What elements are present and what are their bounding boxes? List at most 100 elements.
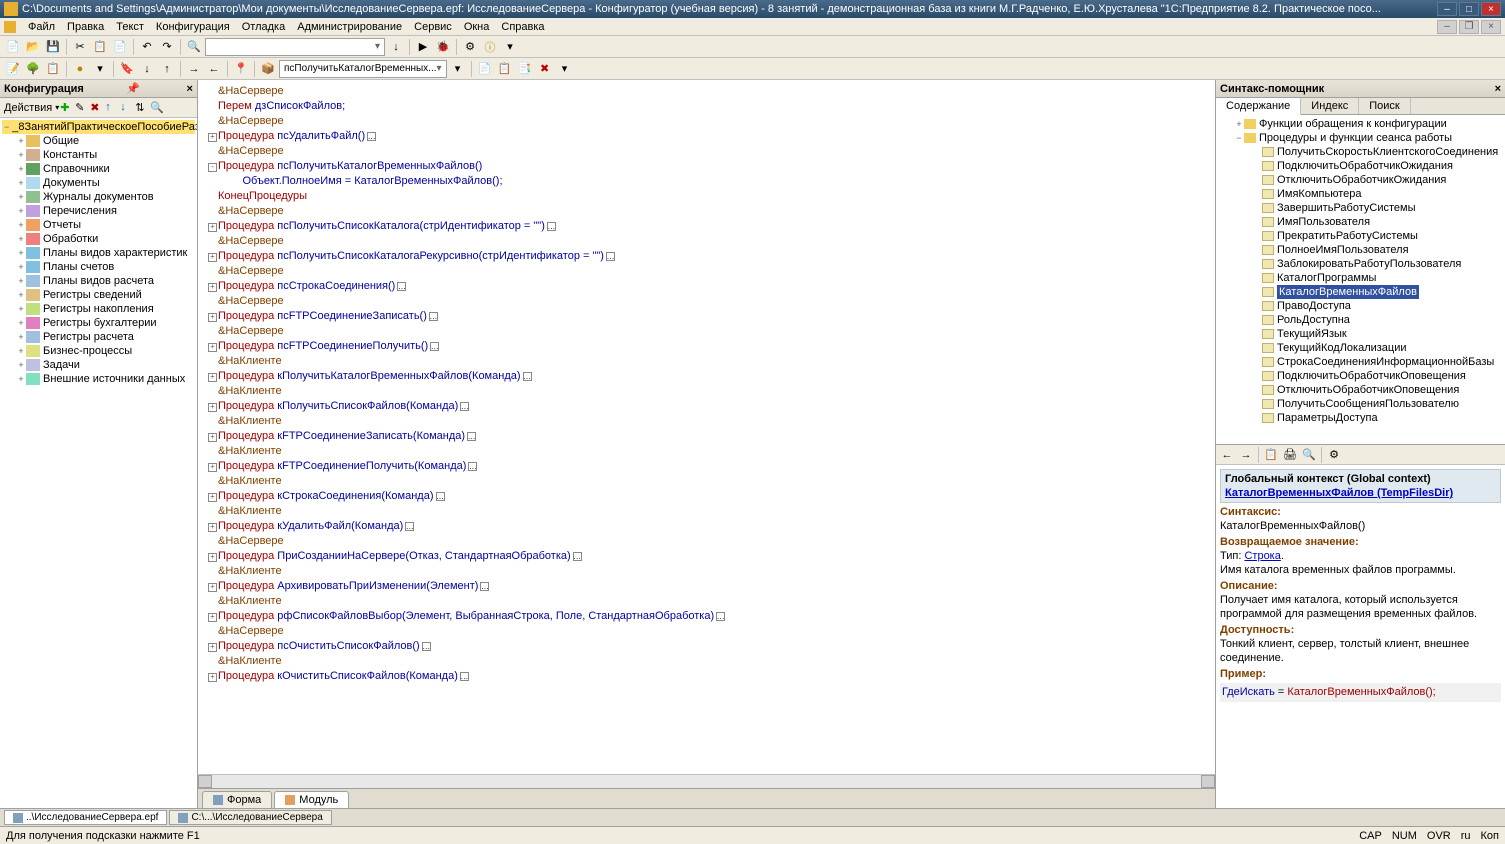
menu-Отладка[interactable]: Отладка: [236, 21, 291, 33]
tree-item[interactable]: +Общие: [2, 134, 195, 148]
up-icon[interactable]: ↑: [105, 101, 119, 115]
paste-icon[interactable]: 📄: [111, 38, 129, 56]
syntax-tab-0[interactable]: Содержание: [1216, 98, 1301, 115]
collapsed-marker[interactable]: …: [468, 462, 477, 471]
syntax-item[interactable]: ПолучитьСкоростьКлиентскогоСоединения: [1218, 145, 1503, 159]
h-scrollbar[interactable]: [198, 774, 1215, 788]
app-menu-icon[interactable]: [4, 21, 16, 33]
bookmark-prev-icon[interactable]: ↑: [158, 60, 176, 78]
mdi-restore-button[interactable]: ❐: [1459, 20, 1479, 34]
fold-toggle[interactable]: +: [206, 279, 218, 294]
help-copy-icon[interactable]: 📋: [1262, 446, 1280, 464]
menu-Правка[interactable]: Правка: [61, 21, 110, 33]
syntax-item[interactable]: ТекущийКодЛокализации: [1218, 341, 1503, 355]
bookmark-next-icon[interactable]: ↓: [138, 60, 156, 78]
tree-item[interactable]: +Документы: [2, 176, 195, 190]
syntax-item[interactable]: ПолучитьСообщенияПользователю: [1218, 397, 1503, 411]
tree-item[interactable]: +Перечисления: [2, 204, 195, 218]
help-find-icon[interactable]: 🔍: [1300, 446, 1318, 464]
tree-item[interactable]: +Планы счетов: [2, 260, 195, 274]
syntax-group[interactable]: + Функции обращения к конфигурации: [1218, 117, 1503, 131]
fold-toggle[interactable]: +: [206, 669, 218, 684]
syntax-item[interactable]: КаталогПрограммы: [1218, 271, 1503, 285]
tree-icon[interactable]: 🌳: [24, 60, 42, 78]
fold-toggle[interactable]: +: [206, 639, 218, 654]
syntax-item[interactable]: ИмяКомпьютера: [1218, 187, 1503, 201]
doc-tab[interactable]: ..\ИсследованиеСервера.epf: [4, 810, 167, 825]
debug-icon[interactable]: 🐞: [434, 38, 452, 56]
menu-Сервис[interactable]: Сервис: [408, 21, 458, 33]
menu-Файл[interactable]: Файл: [22, 21, 61, 33]
maximize-button[interactable]: □: [1459, 2, 1479, 16]
syntax-item[interactable]: СтрокаСоединенияИнформационнойБазы: [1218, 355, 1503, 369]
collapsed-marker[interactable]: …: [547, 222, 556, 231]
edit-icon[interactable]: ✎: [75, 101, 89, 115]
redo-icon[interactable]: ↷: [158, 38, 176, 56]
collapsed-marker[interactable]: …: [460, 402, 469, 411]
sort-icon[interactable]: ⇅: [135, 101, 149, 115]
syntax-item[interactable]: ЗаблокироватьРаботуПользователя: [1218, 257, 1503, 271]
help-opt-icon[interactable]: ⚙: [1325, 446, 1343, 464]
fold-toggle[interactable]: +: [206, 429, 218, 444]
bookmark-icon[interactable]: 🔖: [118, 60, 136, 78]
tree-item[interactable]: +Внешние источники данных: [2, 372, 195, 386]
indent-icon[interactable]: →: [185, 60, 203, 78]
syntax-item[interactable]: ПараметрыДоступа: [1218, 411, 1503, 425]
syntax-item[interactable]: РольДоступна: [1218, 313, 1503, 327]
syntax-item[interactable]: ОтключитьОбработчикОжидания: [1218, 173, 1503, 187]
collapsed-marker[interactable]: …: [405, 522, 414, 531]
syntax-item[interactable]: ПравоДоступа: [1218, 299, 1503, 313]
misc3-icon[interactable]: 📑: [516, 60, 534, 78]
syntax-item[interactable]: ОтключитьОбработчикОповещения: [1218, 383, 1503, 397]
misc2-icon[interactable]: 📋: [496, 60, 514, 78]
tree-item[interactable]: +Справочники: [2, 162, 195, 176]
new-icon[interactable]: 📄: [4, 38, 22, 56]
run-icon[interactable]: ▶: [414, 38, 432, 56]
help-back-icon[interactable]: ←: [1218, 446, 1236, 464]
tree-item[interactable]: +Задачи: [2, 358, 195, 372]
code-editor[interactable]: &НаСервереПерем дзСписокФайлов;&НаСервер…: [198, 80, 1215, 774]
collapsed-marker[interactable]: …: [467, 432, 476, 441]
menu-Окна[interactable]: Окна: [458, 21, 496, 33]
fold-toggle[interactable]: +: [206, 519, 218, 534]
collapsed-marker[interactable]: …: [460, 672, 469, 681]
config-panel-pin-icon[interactable]: 📌: [126, 82, 140, 95]
close-button[interactable]: ×: [1481, 2, 1501, 16]
copy-icon[interactable]: 📋: [91, 38, 109, 56]
syntax-item[interactable]: КаталогВременныхФайлов: [1218, 285, 1503, 299]
minimize-button[interactable]: –: [1437, 2, 1457, 16]
tree-item[interactable]: +Регистры сведений: [2, 288, 195, 302]
fold-toggle[interactable]: +: [206, 129, 218, 144]
help-fwd-icon[interactable]: →: [1237, 446, 1255, 464]
syntax-tree[interactable]: + Функции обращения к конфигурации − Про…: [1216, 115, 1505, 445]
list-icon[interactable]: 📋: [44, 60, 62, 78]
fold-toggle[interactable]: +: [206, 309, 218, 324]
syntax-panel-close-icon[interactable]: ×: [1495, 83, 1501, 95]
add-icon[interactable]: ✚: [60, 101, 74, 115]
dropdown-icon[interactable]: ▾: [556, 60, 574, 78]
tab-module[interactable]: Модуль: [274, 791, 349, 808]
syntax-group[interactable]: − Процедуры и функции сеанса работы: [1218, 131, 1503, 145]
fold-toggle[interactable]: +: [206, 219, 218, 234]
del-icon[interactable]: ✖: [90, 101, 104, 115]
save-icon[interactable]: 💾: [44, 38, 62, 56]
scroll-left-button[interactable]: [198, 775, 212, 788]
menu-Конфигурация[interactable]: Конфигурация: [150, 21, 236, 33]
tree-item[interactable]: +Регистры бухгалтерии: [2, 316, 195, 330]
undo-icon[interactable]: ↶: [138, 38, 156, 56]
tree-item[interactable]: +Планы видов характеристик: [2, 246, 195, 260]
tree-item[interactable]: +Обработки: [2, 232, 195, 246]
collapsed-marker[interactable]: …: [397, 282, 406, 291]
tree-item[interactable]: +Бизнес-процессы: [2, 344, 195, 358]
search-combo[interactable]: [205, 38, 385, 56]
collapsed-marker[interactable]: …: [429, 312, 438, 321]
collapsed-marker[interactable]: …: [573, 552, 582, 561]
fold-toggle[interactable]: +: [206, 609, 218, 624]
tree-item[interactable]: +Регистры расчета: [2, 330, 195, 344]
collapsed-marker[interactable]: …: [430, 342, 439, 351]
collapsed-marker[interactable]: …: [367, 132, 376, 141]
fold-toggle[interactable]: +: [206, 579, 218, 594]
collapsed-marker[interactable]: …: [436, 492, 445, 501]
syntax-item[interactable]: ПолноеИмяПользователя: [1218, 243, 1503, 257]
menu-Администрирование[interactable]: Администрирование: [291, 21, 408, 33]
